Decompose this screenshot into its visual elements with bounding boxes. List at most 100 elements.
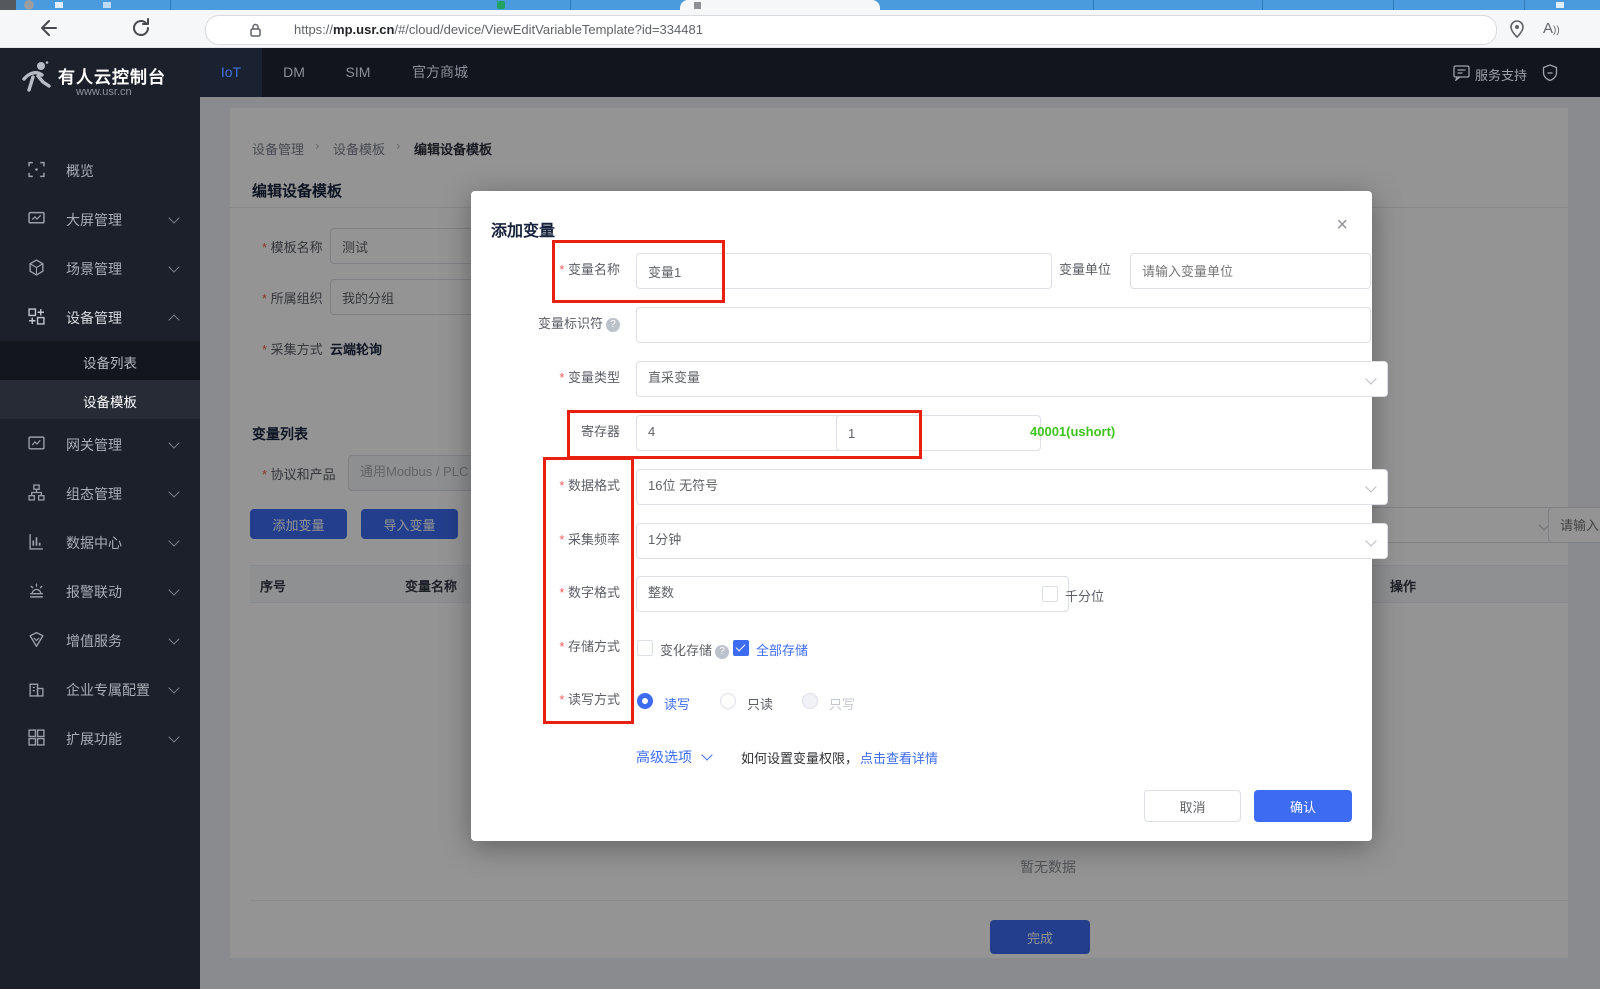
rw-radio-readonly[interactable] <box>720 693 736 709</box>
frequency-select[interactable]: 1分钟 <box>636 523 1388 559</box>
sidebar-item-value-services[interactable]: 增值服务 <box>0 616 200 664</box>
permission-detail-link[interactable]: 点击查看详情 <box>860 748 938 767</box>
shield-icon <box>28 631 45 648</box>
sidebar-item-screen-mgmt[interactable]: 大屏管理 <box>0 195 200 243</box>
sidebar: 有人云控制台 www.usr.cn 概览 大屏管理 场景管理 设备管理 设备列表 <box>0 48 200 989</box>
browser-toolbar: https://mp.usr.cn/#/cloud/device/ViewEdi… <box>0 10 1600 48</box>
url-bar[interactable]: https://mp.usr.cn/#/cloud/device/ViewEdi… <box>205 15 1497 45</box>
tab-divider <box>570 0 571 10</box>
support-link[interactable]: 服务支持 <box>1475 65 1527 84</box>
chevron-down-icon <box>1365 481 1377 493</box>
sidebar-item-extensions[interactable]: 扩展功能 <box>0 714 200 762</box>
variable-type-label: 变量类型 <box>480 361 620 395</box>
security-badge-icon[interactable] <box>1542 64 1558 82</box>
url-protocol: https:// <box>294 22 334 37</box>
chevron-down-icon <box>168 261 180 273</box>
tab-icon <box>103 2 111 8</box>
sidebar-item-enterprise-config[interactable]: 企业专属配置 <box>0 665 200 713</box>
sidebar-item-overview[interactable]: 概览 <box>0 146 200 194</box>
tab-favicon-green <box>497 1 505 9</box>
lock-icon <box>248 22 263 38</box>
all-storage-checkbox[interactable] <box>733 640 749 656</box>
reload-icon[interactable] <box>130 17 152 39</box>
sidebar-item-gateway-mgmt[interactable]: 网关管理 <box>0 420 200 468</box>
register-address-input[interactable] <box>836 415 1041 451</box>
gateway-icon <box>28 435 45 452</box>
scene-icon <box>28 259 45 276</box>
browser-active-tab[interactable] <box>680 0 880 10</box>
variable-unit-input[interactable] <box>1130 253 1371 289</box>
building-icon <box>28 680 45 697</box>
rw-radio-writeonly[interactable] <box>802 693 818 709</box>
chevron-up-icon <box>168 314 180 326</box>
rw-option-label: 只写 <box>829 697 856 712</box>
register-label: 寄存器 <box>580 424 620 439</box>
register-area-select[interactable]: 4 <box>636 415 868 451</box>
browser-window-corner <box>0 0 16 10</box>
help-icon[interactable] <box>715 645 730 659</box>
sidebar-subitem-device-list[interactable]: 设备列表 <box>0 341 200 380</box>
rw-option-label: 只读 <box>747 697 774 712</box>
back-icon[interactable] <box>36 17 58 39</box>
variable-name-input[interactable] <box>636 253 1052 289</box>
chevron-down-icon <box>168 731 180 743</box>
read-aloud-icon[interactable]: A)) <box>1543 20 1560 37</box>
rw-label: 读写方式 <box>480 690 620 710</box>
tab-divider <box>170 0 171 10</box>
sidebar-item-label: 大屏管理 <box>66 212 122 228</box>
browser-tab-strip <box>0 0 1600 10</box>
thousands-label: 千分位 <box>1065 589 1105 604</box>
chevron-down-icon <box>1365 535 1377 547</box>
chevron-down-icon <box>168 535 180 547</box>
sidebar-item-label: 概览 <box>66 163 94 179</box>
sidebar-item-alarm-linkage[interactable]: 报警联动 <box>0 567 200 615</box>
data-format-select[interactable]: 16位 无符号 <box>636 469 1388 505</box>
close-icon[interactable]: × <box>1336 215 1348 235</box>
confirm-button[interactable]: 确认 <box>1254 790 1352 822</box>
chevron-down-icon <box>1365 373 1377 385</box>
thousands-checkbox[interactable] <box>1042 586 1058 602</box>
variable-identifier-input[interactable] <box>636 307 1371 343</box>
variable-identifier-label: 变量标识符 <box>480 307 620 341</box>
sidebar-item-label: 企业专属配置 <box>66 682 150 698</box>
change-storage-checkbox[interactable] <box>637 640 653 656</box>
sidebar-item-label: 增值服务 <box>66 633 122 649</box>
sidebar-item-scada-mgmt[interactable]: 组态管理 <box>0 469 200 517</box>
sidebar-item-data-center[interactable]: 数据中心 <box>0 518 200 566</box>
tab-divider <box>1262 0 1263 10</box>
sidebar-submenu: 设备列表 设备模板 <box>0 341 200 419</box>
number-format-label: 数字格式 <box>480 576 620 610</box>
variable-unit-label: 变量单位 <box>1058 262 1111 277</box>
help-icon[interactable] <box>606 318 620 332</box>
tab-divider <box>1393 0 1394 10</box>
tab-icon <box>1556 2 1564 8</box>
location-pin-icon[interactable] <box>1508 19 1526 39</box>
chevron-down-icon <box>168 212 180 224</box>
top-nav: IoT DM SIM 官方商城 服务支持 <box>200 48 1600 97</box>
sidebar-subitem-device-template[interactable]: 设备模板 <box>0 380 200 419</box>
chat-icon[interactable] <box>1453 64 1470 81</box>
bar-chart-icon <box>28 533 45 550</box>
chevron-down-icon <box>168 682 180 694</box>
tab-official-store[interactable]: 官方商城 <box>390 48 490 97</box>
tab-iot[interactable]: IoT <box>200 48 262 97</box>
chevron-down-icon <box>168 486 180 498</box>
sidebar-item-scene-mgmt[interactable]: 场景管理 <box>0 244 200 292</box>
rw-option-label: 读写 <box>664 697 691 712</box>
app-logo-title: 有人云控制台 <box>58 68 166 87</box>
rw-radio-readwrite[interactable] <box>637 693 653 709</box>
all-storage-label: 全部存储 <box>756 643 809 658</box>
tab-dm[interactable]: DM <box>262 48 326 97</box>
number-format-select[interactable]: 整数 <box>636 576 1069 612</box>
sidebar-subitem-label: 设备模板 <box>83 395 137 410</box>
storage-label: 存储方式 <box>480 637 620 657</box>
frequency-label: 采集频率 <box>480 523 620 557</box>
active-tab-favicon <box>694 2 701 9</box>
sidebar-item-label: 网关管理 <box>66 437 122 453</box>
tab-sim[interactable]: SIM <box>326 48 390 97</box>
cancel-button[interactable]: 取消 <box>1144 790 1241 822</box>
variable-type-select[interactable]: 直采变量 <box>636 361 1388 397</box>
overview-icon <box>28 161 45 178</box>
sidebar-item-device-mgmt[interactable]: 设备管理 <box>0 293 200 341</box>
advanced-options-link[interactable]: 高级选项 <box>636 747 692 767</box>
